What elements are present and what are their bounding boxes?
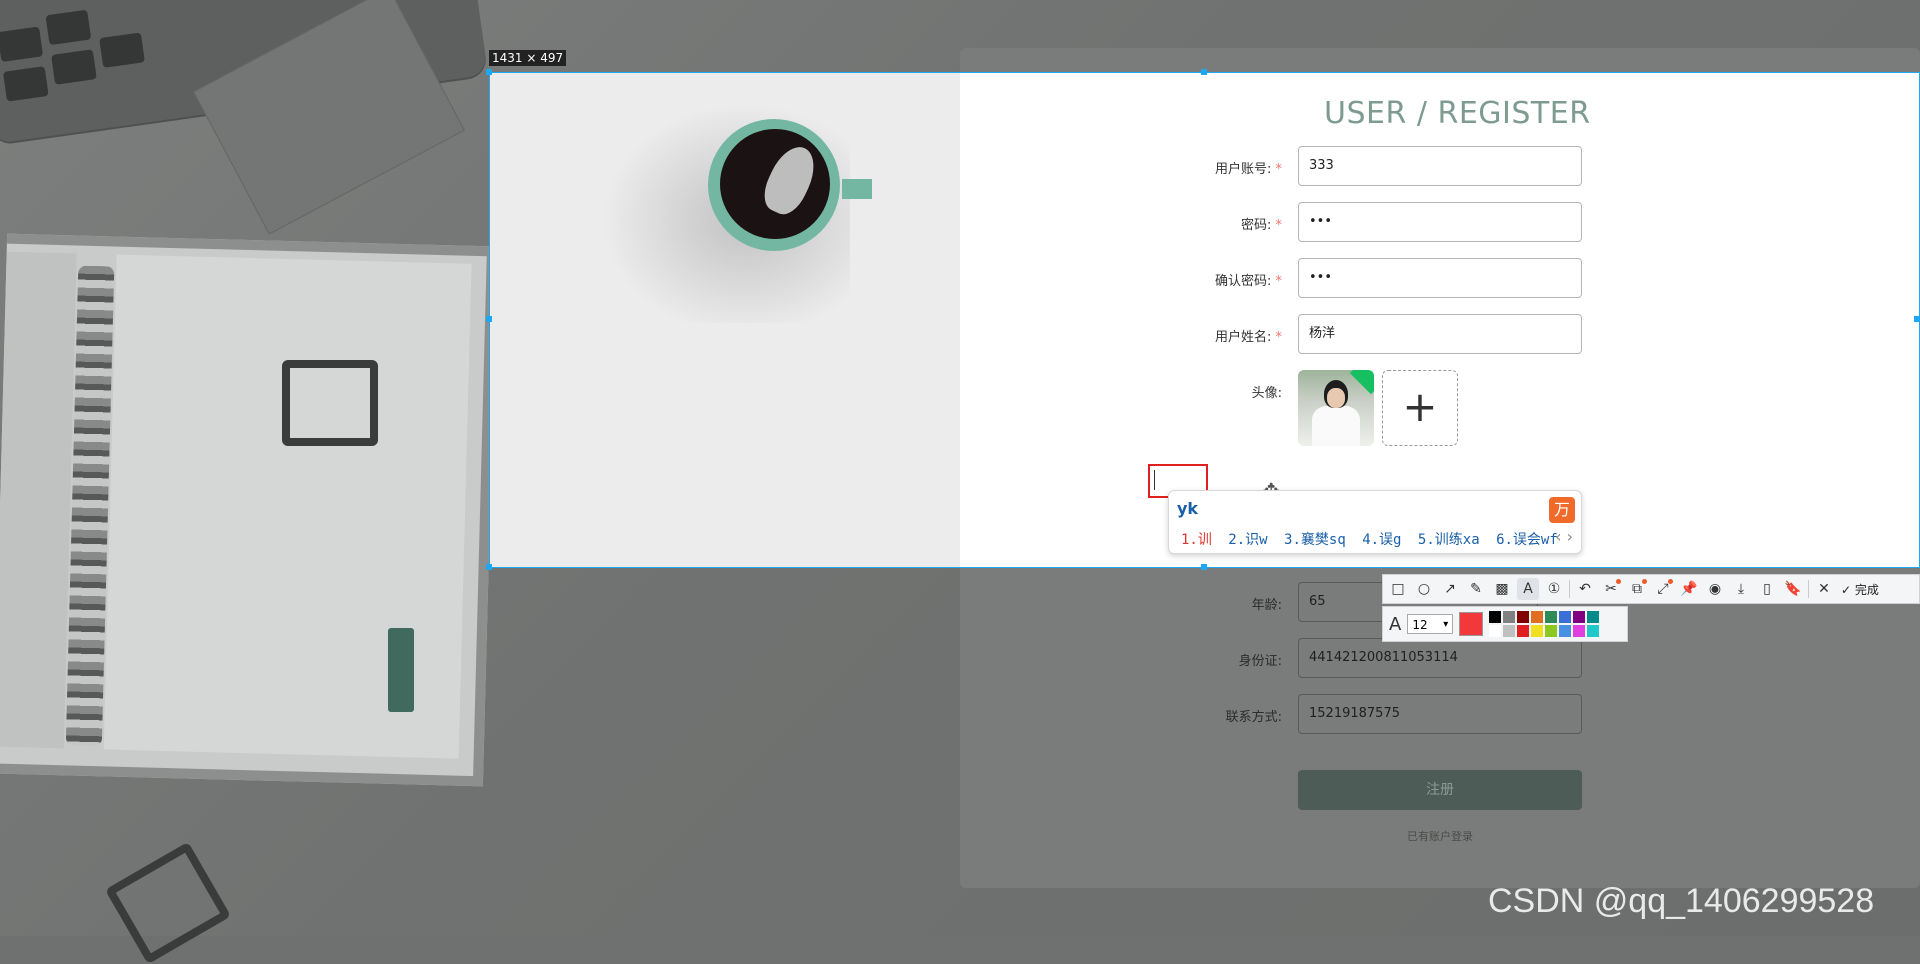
ime-candidate[interactable]: 4.误g [1362, 532, 1401, 548]
pin-icon[interactable]: 📌 [1678, 578, 1700, 600]
ime-page-arrows-icon[interactable]: ‹ › [1555, 527, 1573, 546]
color-swatch[interactable] [1559, 625, 1572, 637]
ime-candidate[interactable]: 6.误会wf [1496, 532, 1558, 548]
password-input[interactable]: ••• [1298, 202, 1582, 242]
selection-size-label: 1431 × 497 [489, 50, 567, 66]
toolbar-separator [1569, 580, 1570, 598]
color-swatch[interactable] [1489, 611, 1502, 623]
download-icon[interactable]: ⤓ [1730, 578, 1752, 600]
ime-candidate-window: yk 万 1.训 2.识w 3.襄樊sq 4.误g 5.训练xa 6.误会wf … [1168, 490, 1582, 554]
selection-handle[interactable] [486, 564, 492, 570]
selection-handle[interactable] [486, 69, 492, 75]
done-button[interactable]: ✓ 完成 [1841, 581, 1879, 598]
id-card-label: 身份证: [1238, 654, 1282, 669]
bookmark-icon[interactable]: 🔖 [1782, 578, 1804, 600]
color-swatch[interactable] [1573, 611, 1586, 623]
color-swatch[interactable] [1489, 625, 1502, 637]
record-icon[interactable]: ◉ [1704, 578, 1726, 600]
selection-handle[interactable] [1201, 69, 1207, 75]
id-card-input[interactable]: 441421200811053114 [1298, 638, 1582, 678]
eraser-image [388, 628, 414, 712]
annotation-toolbar: □ ○ ↗ ✎ ▩ A ① ↶ ✂ ⧉ ⤢ 📌 ◉ ⤓ ▯ 🔖 ✕ ✓ 完成 [1382, 574, 1920, 604]
color-swatch[interactable] [1517, 611, 1530, 623]
watermark: CSDN @qq_1406299528 [1488, 882, 1875, 920]
font-size-select[interactable]: 12 [1407, 614, 1454, 635]
phone-label: 联系方式: [1225, 710, 1282, 725]
register-button[interactable]: 注册 [1298, 770, 1582, 810]
color-swatch[interactable] [1545, 611, 1558, 623]
upload-plus-icon[interactable]: + [1382, 370, 1458, 446]
login-link[interactable]: 已有账户登录 [1298, 828, 1582, 844]
selection-handle[interactable] [1914, 316, 1920, 322]
text-caret [1154, 470, 1155, 490]
binder-clip-image [104, 841, 232, 964]
ocr-icon[interactable]: ⧉ [1626, 578, 1648, 600]
binder-clip-image [282, 360, 378, 446]
color-swatch[interactable] [1503, 625, 1516, 637]
color-swatch[interactable] [1587, 625, 1600, 637]
text-icon[interactable]: A [1517, 578, 1539, 600]
color-swatch[interactable] [1517, 625, 1530, 637]
name-label: 用户姓名: * [1214, 330, 1282, 345]
ime-candidate[interactable]: 5.训练xa [1418, 532, 1480, 548]
color-swatch[interactable] [1531, 611, 1544, 623]
account-input[interactable]: 333 [1298, 146, 1582, 186]
text-style-bar: A 12 [1382, 606, 1628, 642]
ime-candidate[interactable]: 3.襄樊sq [1284, 532, 1346, 548]
color-swatch[interactable] [1587, 611, 1600, 623]
color-swatch[interactable] [1573, 625, 1586, 637]
page-title: USER / REGISTER [1324, 96, 1591, 131]
phone-input[interactable]: 15219187575 [1298, 694, 1582, 734]
color-swatch[interactable] [1559, 611, 1572, 623]
undo-icon[interactable]: ↶ [1574, 578, 1596, 600]
color-palette [1489, 611, 1600, 637]
confirm-password-label: 确认密码: * [1214, 274, 1282, 289]
ime-candidate[interactable]: 2.识w [1228, 532, 1267, 548]
ellipse-icon[interactable]: ○ [1413, 578, 1435, 600]
rectangle-icon[interactable]: □ [1387, 578, 1409, 600]
notebook-image [0, 233, 497, 787]
ime-candidate[interactable]: 1.训 [1181, 532, 1212, 548]
ime-composition: yk [1177, 499, 1199, 518]
toolbar-separator [1808, 580, 1809, 598]
capture-icon[interactable]: ⤢ [1652, 578, 1674, 600]
name-input[interactable]: 杨洋 [1298, 314, 1582, 354]
color-swatch[interactable] [1503, 611, 1516, 623]
color-swatch[interactable] [1545, 625, 1558, 637]
number-icon[interactable]: ① [1543, 578, 1565, 600]
password-label: 密码: * [1240, 218, 1282, 233]
current-color-swatch[interactable] [1459, 612, 1484, 636]
account-label: 用户账号: * [1214, 162, 1282, 177]
pen-icon[interactable]: ✎ [1465, 578, 1487, 600]
ime-logo-icon: 万 [1549, 497, 1575, 523]
confirm-password-input[interactable]: ••• [1298, 258, 1582, 298]
phone-icon[interactable]: ▯ [1756, 578, 1778, 600]
ime-candidate-list: 1.训 2.识w 3.襄樊sq 4.误g 5.训练xa 6.误会wf [1181, 529, 1566, 549]
selection-handle[interactable] [1201, 564, 1207, 570]
color-swatch[interactable] [1531, 625, 1544, 637]
age-label: 年龄: [1251, 598, 1282, 613]
selection-handle[interactable] [486, 316, 492, 322]
arrow-icon[interactable]: ↗ [1439, 578, 1461, 600]
avatar-image[interactable] [1298, 370, 1374, 446]
mosaic-icon[interactable]: ▩ [1491, 578, 1513, 600]
close-icon[interactable]: ✕ [1813, 578, 1835, 600]
cutout-icon[interactable]: ✂ [1600, 578, 1622, 600]
font-size-icon: A [1389, 613, 1402, 635]
avatar-label: 头像: [1251, 386, 1282, 401]
